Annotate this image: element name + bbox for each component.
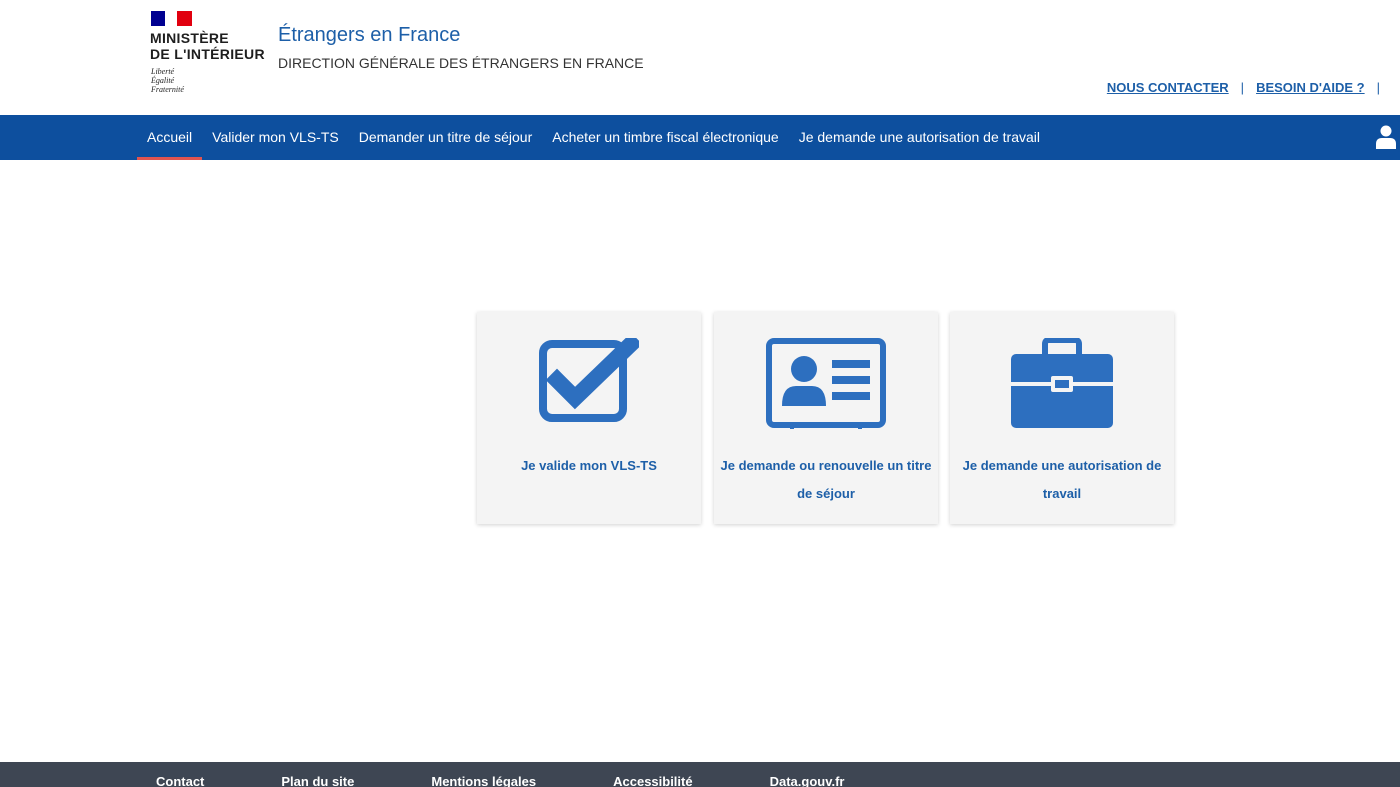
footer-link-contact[interactable]: Contact	[156, 774, 204, 787]
card-titre-sejour[interactable]: Je demande ou renouvelle un titre de séj…	[714, 312, 938, 524]
footer-link-mentions-legales[interactable]: Mentions légales	[431, 774, 536, 787]
nav-item-accueil[interactable]: Accueil	[137, 115, 203, 160]
site-footer: Contact Plan du site Mentions légales Ac…	[0, 762, 1400, 787]
user-icon[interactable]	[1376, 125, 1396, 149]
id-card-icon	[766, 338, 886, 429]
nav-item-autorisation-travail[interactable]: Je demande une autorisation de travail	[789, 115, 1050, 160]
help-link[interactable]: BESOIN D'AIDE ?	[1256, 80, 1365, 95]
site-subtitle: DIRECTION GÉNÉRALE DES ÉTRANGERS EN FRAN…	[278, 55, 644, 71]
top-links: NOUS CONTACTER | BESOIN D'AIDE ? |	[1107, 80, 1392, 95]
footer-link-data-gouv[interactable]: Data.gouv.fr	[770, 774, 845, 787]
contact-link[interactable]: NOUS CONTACTER	[1107, 80, 1229, 95]
footer-link-accessibilite[interactable]: Accessibilité	[613, 774, 693, 787]
site-header: MINISTÈRE DE L'INTÉRIEUR Liberté Égalité…	[0, 0, 1400, 115]
card-valider-vls-ts[interactable]: Je valide mon VLS-TS	[477, 312, 701, 524]
card-label: Je demande une autorisation de travail	[962, 458, 1162, 501]
footer-link-plan-du-site[interactable]: Plan du site	[281, 774, 354, 787]
card-label: Je valide mon VLS-TS	[521, 458, 657, 473]
main-nav: Accueil Valider mon VLS-TS Demander un t…	[0, 115, 1400, 160]
republic-motto: Liberté Égalité Fraternité	[151, 67, 184, 94]
checkbox-icon	[539, 338, 639, 422]
nav-item-titre-sejour[interactable]: Demander un titre de séjour	[349, 115, 543, 160]
site-title[interactable]: Étrangers en France	[278, 24, 460, 47]
card-label: Je demande ou renouvelle un titre de séj…	[720, 458, 932, 501]
nav-item-valider-vls-ts[interactable]: Valider mon VLS-TS	[202, 115, 349, 160]
separator: |	[1240, 80, 1245, 95]
ministry-name: MINISTÈRE DE L'INTÉRIEUR	[150, 30, 265, 62]
french-flag-icon	[151, 11, 192, 26]
ministry-logo[interactable]: MINISTÈRE DE L'INTÉRIEUR Liberté Égalité…	[150, 11, 270, 101]
briefcase-icon	[1011, 338, 1113, 428]
separator: |	[1376, 80, 1380, 95]
card-autorisation-travail[interactable]: Je demande une autorisation de travail	[950, 312, 1174, 524]
nav-item-timbre-fiscal[interactable]: Acheter un timbre fiscal électronique	[542, 115, 788, 160]
